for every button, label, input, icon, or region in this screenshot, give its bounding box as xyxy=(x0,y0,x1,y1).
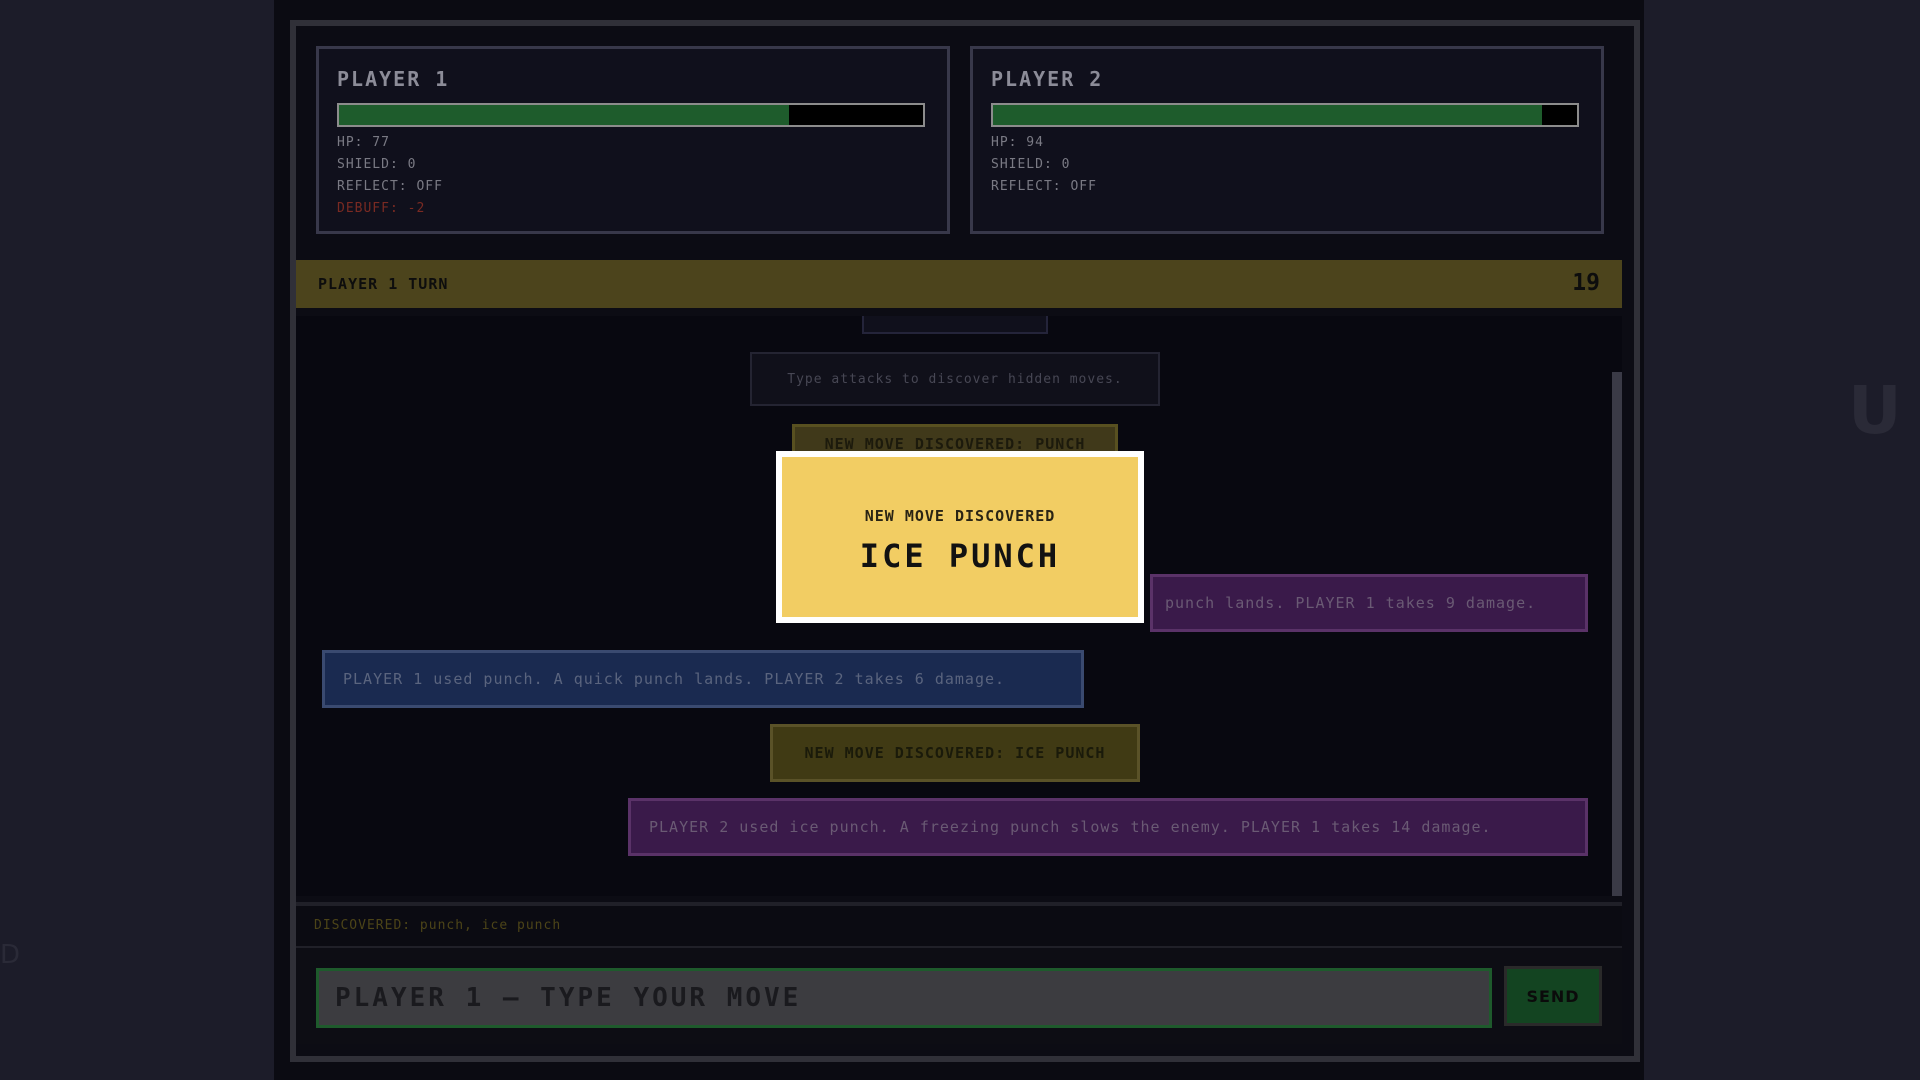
turn-counter: 19 xyxy=(1572,270,1600,296)
modal-title: ICE PUNCH xyxy=(859,537,1061,575)
player-2-hp-text: HP: 94 xyxy=(991,135,1044,150)
player-2-name: PLAYER 2 xyxy=(991,67,1104,91)
left-side-panel xyxy=(0,0,274,1080)
player-2-reflect-text: REFLECT: OFF xyxy=(991,179,1097,194)
player-1-hp-bar xyxy=(337,103,925,127)
log-player-2-ice-punch: PLAYER 2 used ice punch. A freezing punc… xyxy=(628,798,1588,856)
send-button[interactable]: SEND xyxy=(1504,966,1602,1026)
turn-label: PLAYER 1 TURN xyxy=(318,275,449,293)
discovered-moves-text: DISCOVERED: punch, ice punch xyxy=(314,918,562,933)
log-discovered-ice-punch: NEW MOVE DISCOVERED: ICE PUNCH xyxy=(770,724,1140,782)
player-2-card: PLAYER 2 HP: 94 SHIELD: 0 REFLECT: OFF xyxy=(970,46,1604,234)
player-2-shield-text: SHIELD: 0 xyxy=(991,157,1071,172)
log-player-1-punch: PLAYER 1 used punch. A quick punch lands… xyxy=(322,650,1084,708)
player-1-debuff-text: DEBUFF: -2 xyxy=(337,201,426,216)
modal-subtitle: NEW MOVE DISCOVERED xyxy=(864,507,1056,525)
player-1-name: PLAYER 1 xyxy=(337,67,450,91)
player-1-shield-text: SHIELD: 0 xyxy=(337,157,417,172)
player-1-reflect-text: REFLECT: OFF xyxy=(337,179,443,194)
discovered-moves-bar: DISCOVERED: punch, ice punch xyxy=(296,902,1622,950)
right-side-panel xyxy=(1644,0,1920,1080)
log-hint-message: Type attacks to discover hidden moves. xyxy=(750,352,1160,406)
player-2-hp-bar xyxy=(991,103,1579,127)
move-input-area: SEND xyxy=(296,948,1622,1044)
player-1-hp-fill xyxy=(339,105,789,125)
log-player-2-punch: punch lands. PLAYER 1 takes 9 damage. xyxy=(1150,574,1588,632)
new-move-modal: NEW MOVE DISCOVERED ICE PUNCH xyxy=(776,451,1144,623)
move-input[interactable] xyxy=(316,968,1492,1028)
side-glyph-left-icon: D xyxy=(0,940,21,970)
player-2-hp-fill xyxy=(993,105,1542,125)
player-1-card: PLAYER 1 HP: 77 SHIELD: 0 REFLECT: OFF D… xyxy=(316,46,950,234)
side-glyph-icon: U xyxy=(1848,372,1902,449)
battle-log-scrollbar[interactable] xyxy=(1612,372,1622,896)
turn-bar: PLAYER 1 TURN 19 xyxy=(296,260,1622,308)
player-1-hp-text: HP: 77 xyxy=(337,135,390,150)
log-message-stub xyxy=(862,316,1048,334)
